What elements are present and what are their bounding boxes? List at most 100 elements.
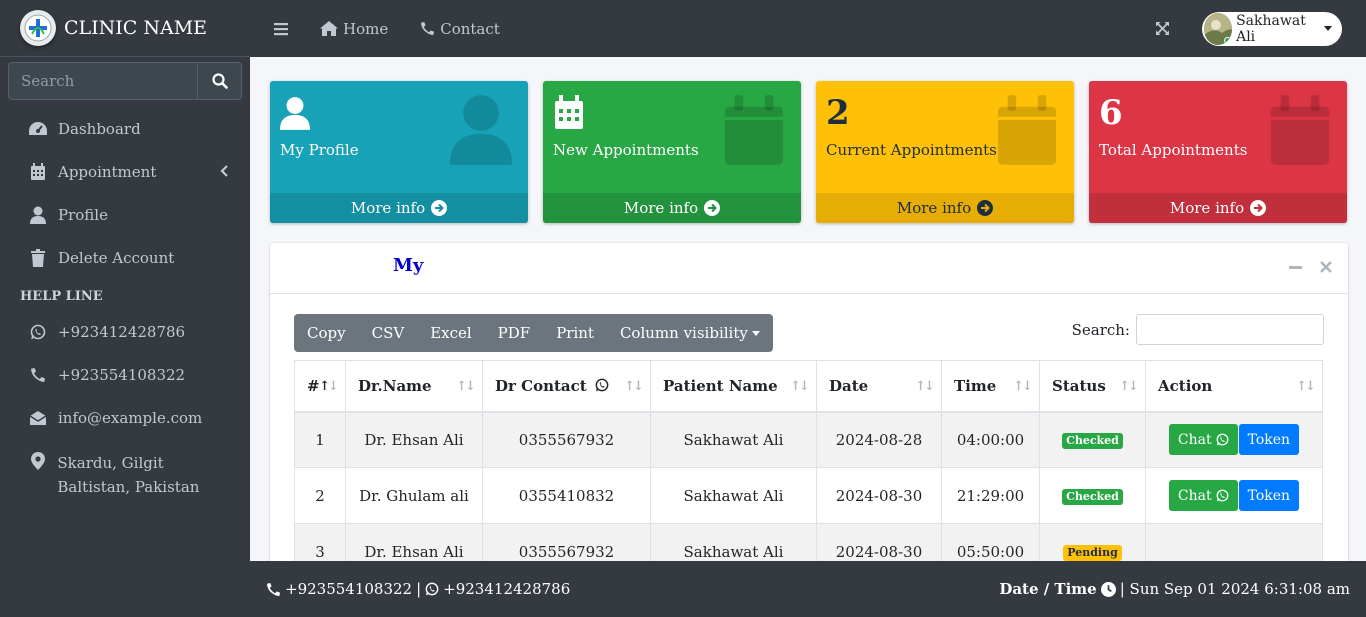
sidebar-search-button[interactable] [197, 62, 242, 100]
column-header-status[interactable]: Status ↑↓ [1039, 360, 1146, 413]
export-buttons: Copy CSV Excel PDF Print Column visibili… [294, 314, 773, 352]
user-menu-button[interactable]: Sakhawat Ali [1202, 11, 1342, 46]
sort-icon: ↑↓ [790, 379, 810, 394]
table-search-label: Search: [1071, 320, 1130, 339]
column-header-dr-name[interactable]: Dr.Name ↑↓ [345, 360, 483, 413]
more-info-link[interactable]: More info [816, 193, 1074, 223]
whatsapp-icon [595, 378, 609, 392]
csv-button[interactable]: CSV [359, 314, 418, 352]
total-appointments-box: 6 Total Appointments More info [1089, 81, 1347, 223]
column-header-action[interactable]: Action ↑↓ [1145, 360, 1323, 413]
my-profile-box: My Profile More info [270, 81, 528, 223]
table-row: 3 Dr. Ehsan Ali 0355567932 Sakhawat Ali … [294, 523, 1323, 561]
trash-icon [28, 248, 48, 267]
token-button[interactable]: Token [1238, 480, 1300, 511]
fullscreen-expand-icon[interactable] [1155, 21, 1170, 36]
cell-status: Pending [1039, 523, 1146, 561]
sort-icon: ↑↓ [1296, 379, 1316, 394]
more-info-link[interactable]: More info [270, 193, 528, 223]
token-button[interactable]: Token [1238, 424, 1300, 456]
sidebar-item-dashboard[interactable]: Dashboard [0, 107, 250, 150]
cell-patient-name: Sakhawat Ali [650, 411, 817, 468]
sort-icon: ↑↓ [319, 379, 339, 394]
sidebar-item-delete-account[interactable]: Delete Account [0, 236, 250, 279]
home-icon [320, 21, 338, 36]
whatsapp-icon [28, 324, 48, 340]
sidebar-item-label: Profile [58, 205, 108, 224]
column-header-dr-contact[interactable]: Dr Contact ↑↓ [482, 360, 651, 413]
cell-time: 05:50:00 [941, 523, 1040, 561]
pdf-button[interactable]: PDF [485, 314, 544, 352]
column-visibility-label: Column visibility [619, 324, 748, 342]
cell-patient-name: Sakhawat Ali [650, 523, 817, 561]
envelope-open-icon [28, 410, 48, 426]
cell-time: 21:29:00 [941, 467, 1040, 524]
arrow-circle-right-icon [977, 200, 994, 216]
sidebar-item-appointment[interactable]: Appointment [0, 150, 250, 193]
column-visibility-button[interactable]: Column visibility [607, 314, 773, 352]
more-info-link[interactable]: More info [543, 193, 801, 223]
chat-button[interactable]: Chat [1168, 424, 1238, 456]
cell-date: 2024-08-30 [816, 523, 942, 561]
cell-status: Checked [1039, 411, 1146, 468]
table-search-input[interactable] [1136, 314, 1324, 345]
calendar-bg-icon [1269, 95, 1331, 165]
brand-link[interactable]: CLINIC NAME [0, 0, 250, 57]
cell-dr-contact: 0355567932 [482, 523, 651, 561]
copy-button[interactable]: Copy [294, 314, 359, 352]
clinic-logo-icon [20, 10, 56, 46]
hamburger-menu-icon[interactable] [274, 22, 288, 36]
nav-contact-link[interactable]: Contact [420, 20, 500, 38]
excel-button[interactable]: Excel [417, 314, 484, 352]
helpline-header: HELP LINE [20, 289, 103, 304]
column-header-label: Date [829, 376, 869, 395]
helpline-email[interactable]: info@example.com [0, 396, 250, 439]
sidebar-item-label: Delete Account [58, 248, 175, 267]
arrow-circle-right-icon [431, 200, 448, 216]
table-row: 1 Dr. Ehsan Ali 0355567932 Sakhawat Ali … [294, 411, 1323, 468]
card-tools [1289, 261, 1332, 274]
close-icon[interactable] [1320, 261, 1332, 274]
cell-number: 3 [294, 523, 346, 561]
footer: +923554108322 | +923412428786 Date / Tim… [250, 561, 1366, 617]
column-header-label: Action [1158, 376, 1213, 395]
map-marker-icon [28, 452, 47, 470]
cell-number: 1 [294, 411, 346, 468]
search-icon [211, 73, 228, 89]
whatsapp-icon [1216, 433, 1229, 446]
calendar-bg-icon [723, 95, 785, 165]
caret-down-icon [1324, 26, 1332, 31]
chat-label: Chat [1177, 431, 1212, 448]
column-header-time[interactable]: Time ↑↓ [941, 360, 1040, 413]
whatsapp-icon [1216, 489, 1229, 502]
user-name: Sakhawat Ali [1236, 12, 1306, 45]
column-header-label: Patient Name [663, 376, 778, 395]
sidebar-item-label: Dashboard [58, 119, 141, 138]
sort-icon: ↑↓ [1013, 379, 1033, 394]
more-info-link[interactable]: More info [1089, 193, 1347, 223]
collapse-minus-icon[interactable] [1289, 261, 1302, 274]
helpline-phone[interactable]: +923554108322 [0, 353, 250, 396]
column-header-patient-name[interactable]: Patient Name ↑↓ [650, 360, 817, 413]
print-button[interactable]: Print [543, 314, 607, 352]
caret-down-icon [751, 330, 760, 336]
column-header-number[interactable]: # ↑↓ [294, 360, 346, 413]
sidebar-item-profile[interactable]: Profile [0, 193, 250, 236]
top-navbar: Home Contact Sakhawat Ali [250, 0, 1366, 57]
chevron-left-icon [220, 165, 228, 177]
nav-home-link[interactable]: Home [320, 20, 388, 38]
small-boxes: My Profile More info New Appointments Mo… [270, 81, 1347, 223]
helpline-whatsapp[interactable]: +923412428786 [0, 310, 250, 353]
column-header-date[interactable]: Date ↑↓ [816, 360, 942, 413]
footer-phone: +923554108322 [285, 580, 413, 598]
column-header-label: Time [954, 376, 997, 395]
sidebar: CLINIC NAME Dashboard Appointment Profil… [0, 0, 250, 617]
chat-button[interactable]: Chat [1168, 480, 1238, 511]
sidebar-search-input[interactable] [8, 62, 197, 100]
arrow-circle-right-icon [704, 200, 721, 216]
more-info-label: More info [350, 199, 426, 217]
helpline-address[interactable]: Skardu, Gilgit Baltistan, Pakistan [0, 439, 250, 499]
column-header-label: Dr.Name [358, 376, 432, 395]
cell-action: Chat Token [1145, 411, 1323, 468]
avatar [1204, 12, 1233, 45]
